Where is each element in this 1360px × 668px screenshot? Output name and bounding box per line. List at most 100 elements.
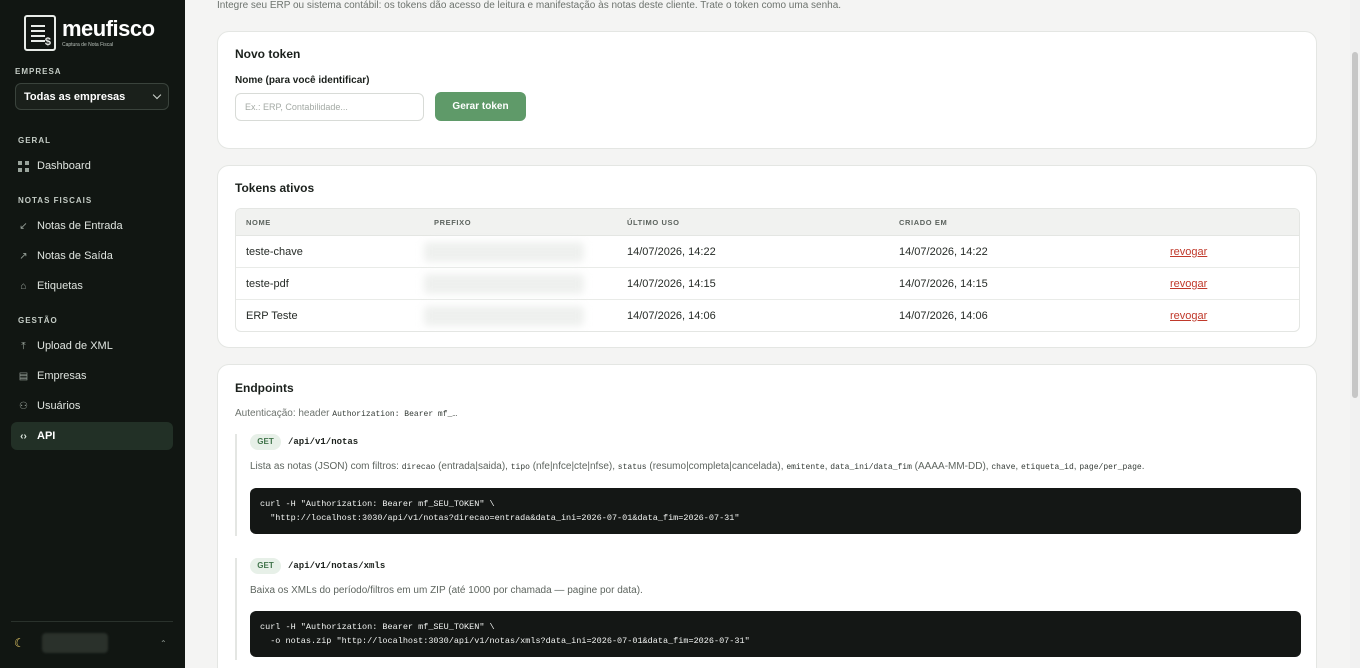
sidebar-item-etiquetas[interactable]: ⌂ Etiquetas bbox=[11, 272, 173, 300]
column-header-ultimo-uso: ÚLTIMO USO bbox=[627, 218, 680, 227]
token-created: 14/07/2026, 14:22 bbox=[899, 246, 988, 258]
company-select-value: Todas as empresas bbox=[24, 90, 126, 103]
desc-text: . bbox=[1141, 461, 1145, 472]
endpoint-path: /api/v1/notas/xmls bbox=[288, 561, 386, 571]
brand-tagline: Captura de Nota Fiscal bbox=[62, 42, 114, 48]
tag-icon: ⌂ bbox=[20, 280, 27, 292]
endpoint-description: Baixa os XMLs do período/filtros em um Z… bbox=[250, 585, 643, 596]
building-icon: ▤ bbox=[18, 370, 29, 382]
table-header: NOME PREFIXO ÚLTIMO USO CRIADO EM bbox=[236, 209, 1299, 236]
generate-token-button[interactable]: Gerar token bbox=[435, 92, 526, 121]
brand-name: meufisco bbox=[62, 16, 155, 41]
token-name: teste-pdf bbox=[246, 278, 289, 290]
code-icon: ‹› bbox=[20, 430, 27, 442]
sidebar-item-usuarios[interactable]: ⚇ Usuários bbox=[11, 392, 173, 420]
chevron-down-icon bbox=[152, 90, 162, 100]
invoice-logo-icon bbox=[24, 15, 56, 51]
param-code: status bbox=[617, 463, 647, 472]
group-label-geral: GERAL bbox=[18, 136, 51, 145]
param-code: emitente bbox=[786, 463, 825, 472]
table-row: teste-chave 14/07/2026, 14:22 14/07/2026… bbox=[236, 236, 1299, 268]
arrow-up-right-icon: ↗ bbox=[19, 250, 28, 262]
scrollbar-thumb[interactable] bbox=[1352, 52, 1358, 398]
endpoint-description: Lista as notas (JSON) com filtros: direc… bbox=[250, 461, 1145, 472]
token-prefix-redacted bbox=[424, 306, 584, 326]
sidebar-item-label: Empresas bbox=[37, 370, 87, 382]
revoke-link[interactable]: revogar bbox=[1170, 310, 1207, 322]
param-code: tipo bbox=[510, 463, 530, 472]
token-name-label: Nome (para você identificar) bbox=[235, 75, 370, 86]
sidebar-item-label: API bbox=[37, 430, 56, 442]
desc-text: (resumo|completa|cancelada), bbox=[646, 461, 787, 472]
active-tokens-title: Tokens ativos bbox=[235, 181, 315, 195]
auth-header-code: Authorization: Bearer mf_… bbox=[332, 410, 458, 419]
sidebar-item-empresas[interactable]: ▤ Empresas bbox=[11, 362, 173, 390]
sidebar-item-api[interactable]: ‹› API bbox=[11, 422, 173, 450]
desc-text: (AAAA-MM-DD), bbox=[911, 461, 992, 472]
method-badge: GET bbox=[250, 558, 281, 574]
brand-logo[interactable]: meufisco Captura de Nota Fiscal bbox=[24, 14, 155, 52]
sidebar-divider bbox=[11, 621, 173, 622]
company-label: EMPRESA bbox=[15, 67, 62, 76]
token-name: teste-chave bbox=[246, 246, 303, 258]
sidebar-item-label: Upload de XML bbox=[37, 340, 113, 352]
group-label-gestao: GESTÃO bbox=[18, 316, 58, 325]
table-row: ERP Teste 14/07/2026, 14:06 14/07/2026, … bbox=[236, 300, 1299, 331]
sidebar-item-label: Etiquetas bbox=[37, 280, 83, 292]
method-badge: GET bbox=[250, 434, 281, 450]
arrow-down-left-icon: ↙ bbox=[19, 220, 28, 232]
endpoints-card: Endpoints Autenticação: header Authoriza… bbox=[217, 364, 1317, 668]
revoke-link[interactable]: revogar bbox=[1170, 246, 1207, 258]
auth-prefix: Autenticação: header bbox=[235, 408, 330, 419]
sidebar: meufisco Captura de Nota Fiscal EMPRESA … bbox=[0, 0, 185, 668]
token-prefix-redacted bbox=[424, 274, 584, 294]
column-header-prefixo: PREFIXO bbox=[434, 218, 472, 227]
param-code: data_ini/data_fim bbox=[830, 463, 912, 472]
sidebar-item-dashboard[interactable]: Dashboard bbox=[11, 152, 173, 180]
token-name-input[interactable] bbox=[235, 93, 424, 121]
page-scrollbar[interactable] bbox=[1350, 0, 1360, 668]
new-token-card: Novo token Nome (para você identificar) … bbox=[217, 31, 1317, 149]
token-name: ERP Teste bbox=[246, 310, 298, 322]
endpoint-notas-xmls: GET /api/v1/notas/xmls Baixa os XMLs do … bbox=[235, 558, 1301, 660]
param-code: direcao bbox=[401, 463, 436, 472]
new-token-title: Novo token bbox=[235, 47, 301, 61]
tokens-table: NOME PREFIXO ÚLTIMO USO CRIADO EM teste-… bbox=[235, 208, 1300, 332]
desc-text: (nfe|nfce|cte|nfse), bbox=[529, 461, 618, 472]
param-code: etiqueta_id bbox=[1020, 463, 1074, 472]
sidebar-item-label: Usuários bbox=[37, 400, 81, 412]
user-menu[interactable] bbox=[42, 633, 108, 653]
column-header-nome: NOME bbox=[246, 218, 271, 227]
code-example[interactable]: curl -H "Authorization: Bearer mf_SEU_TO… bbox=[250, 611, 1301, 657]
param-code: page/per_page bbox=[1079, 463, 1142, 472]
sidebar-item-notas-saida[interactable]: ↗ Notas de Saída bbox=[11, 242, 173, 270]
endpoints-title: Endpoints bbox=[235, 381, 294, 395]
page-intro: Integre seu ERP ou sistema contábil: os … bbox=[217, 0, 842, 11]
group-label-notas: NOTAS FISCAIS bbox=[18, 196, 93, 205]
revoke-link[interactable]: revogar bbox=[1170, 278, 1207, 290]
token-last-used: 14/07/2026, 14:06 bbox=[627, 310, 716, 322]
code-example[interactable]: curl -H "Authorization: Bearer mf_SEU_TO… bbox=[250, 488, 1301, 534]
token-prefix-redacted bbox=[424, 242, 584, 262]
sidebar-item-label: Dashboard bbox=[37, 160, 91, 172]
moon-icon[interactable]: ☾ bbox=[14, 636, 25, 650]
token-created: 14/07/2026, 14:15 bbox=[899, 278, 988, 290]
auth-description: Autenticação: header Authorization: Bear… bbox=[235, 408, 457, 419]
active-tokens-card: Tokens ativos NOME PREFIXO ÚLTIMO USO CR… bbox=[217, 165, 1317, 348]
company-select[interactable]: Todas as empresas bbox=[15, 83, 169, 110]
table-row: teste-pdf 14/07/2026, 14:15 14/07/2026, … bbox=[236, 268, 1299, 300]
sidebar-item-upload-xml[interactable]: ⤒ Upload de XML bbox=[11, 332, 173, 360]
token-created: 14/07/2026, 14:06 bbox=[899, 310, 988, 322]
sidebar-item-label: Notas de Entrada bbox=[37, 220, 123, 232]
token-last-used: 14/07/2026, 14:22 bbox=[627, 246, 716, 258]
sidebar-item-notas-entrada[interactable]: ↙ Notas de Entrada bbox=[11, 212, 173, 240]
sidebar-item-label: Notas de Saída bbox=[37, 250, 113, 262]
grid-icon bbox=[18, 160, 29, 172]
token-last-used: 14/07/2026, 14:15 bbox=[627, 278, 716, 290]
desc-text: (entrada|saida), bbox=[435, 461, 511, 472]
chevron-up-icon[interactable]: ⌃ bbox=[160, 639, 167, 648]
users-icon: ⚇ bbox=[19, 400, 28, 412]
endpoint-notas: GET /api/v1/notas Lista as notas (JSON) … bbox=[235, 434, 1301, 536]
column-header-criado-em: CRIADO EM bbox=[899, 218, 948, 227]
param-code: chave bbox=[991, 463, 1016, 472]
